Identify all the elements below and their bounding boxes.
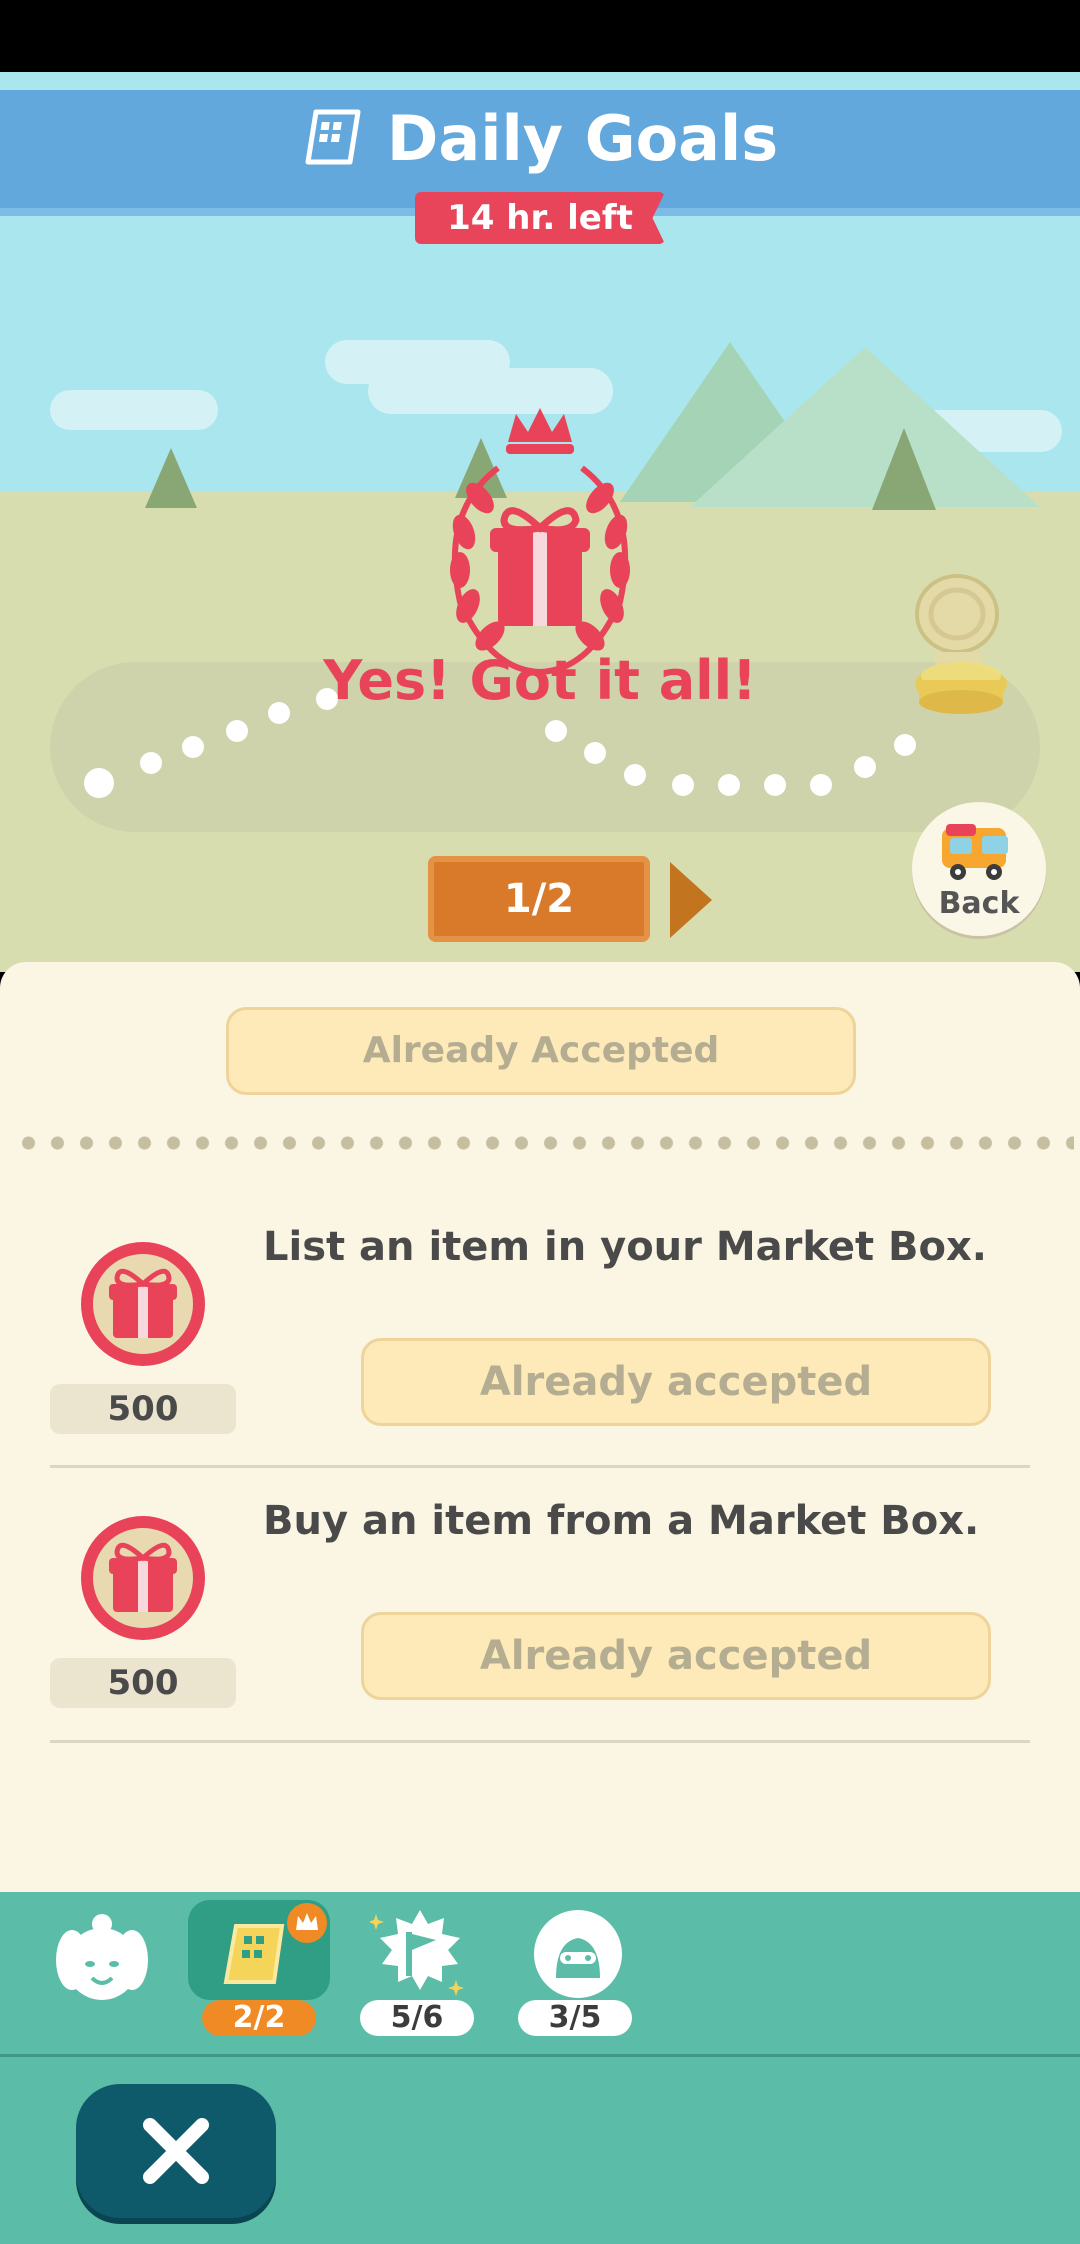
close-button[interactable] [76, 2084, 276, 2218]
reward-badge: 500 [50, 1658, 236, 1708]
goal-status-button: Already accepted [361, 1338, 991, 1426]
tree [145, 448, 197, 508]
tab-special-goals[interactable]: 5/6 [360, 1900, 480, 2036]
back-label: Back [938, 886, 1020, 921]
back-button[interactable]: Back [912, 802, 1046, 936]
goal-text: Buy an item from a Market Box. [263, 1498, 980, 1544]
path-dot [894, 734, 916, 756]
tab-isabelle[interactable] [52, 1908, 152, 2008]
tab-daily-goals[interactable]: 2/2 [188, 1900, 330, 2036]
flag-burst-icon [368, 1906, 470, 2004]
tab-counter: 5/6 [360, 2000, 474, 2036]
path-dot [672, 774, 694, 796]
path-dot [584, 742, 606, 764]
path-dot [718, 774, 740, 796]
page-title: Daily Goals [386, 102, 779, 175]
cloud [50, 390, 218, 430]
goal-divider [50, 1465, 1030, 1468]
path-dot [624, 764, 646, 786]
crown-badge-icon [286, 1902, 328, 1948]
goal-category-tabbar: 2/2 5/6 3/5 [0, 1892, 1080, 2057]
path-dot [810, 774, 832, 796]
tab-timed-goals[interactable]: 3/5 [518, 1900, 638, 2036]
close-icon [140, 2115, 212, 2191]
tab-counter: 2/2 [202, 2000, 316, 2036]
path-dot [84, 768, 114, 798]
sky-strip [0, 72, 1080, 90]
camper-icon [938, 822, 1020, 888]
calendar-icon [302, 106, 364, 172]
daily-goals-scene: Daily Goals 14 hr. left Yes! Got it all!… [0, 72, 1080, 972]
goal-divider [50, 1740, 1030, 1743]
isabelle-icon [52, 1914, 152, 2012]
dotted-separator [14, 1136, 1074, 1150]
path-dot [182, 736, 204, 758]
goal-status-button: Already accepted [361, 1612, 991, 1700]
gift-coin-icon [79, 1514, 207, 1642]
all-complete-message: Yes! Got it all! [323, 649, 757, 712]
path-dot [226, 720, 248, 742]
path-dot [764, 774, 786, 796]
tab-counter: 3/5 [518, 2000, 632, 2036]
status-bar [0, 0, 1080, 72]
page-indicator: 1/2 [428, 856, 650, 942]
path-dot [140, 752, 162, 774]
tree [872, 428, 936, 510]
title-row: Daily Goals [0, 102, 1080, 175]
mountain [690, 347, 1040, 507]
next-page-arrow[interactable] [670, 862, 712, 938]
reward-badge: 500 [50, 1384, 236, 1434]
character-icon [530, 1908, 626, 2004]
gift-coin-icon [79, 1240, 207, 1368]
goal-text: List an item in your Market Box. [263, 1224, 988, 1270]
time-left-ribbon: 14 hr. left [415, 192, 665, 244]
path-dot [854, 756, 876, 778]
already-accepted-status: Already Accepted [226, 1007, 856, 1095]
